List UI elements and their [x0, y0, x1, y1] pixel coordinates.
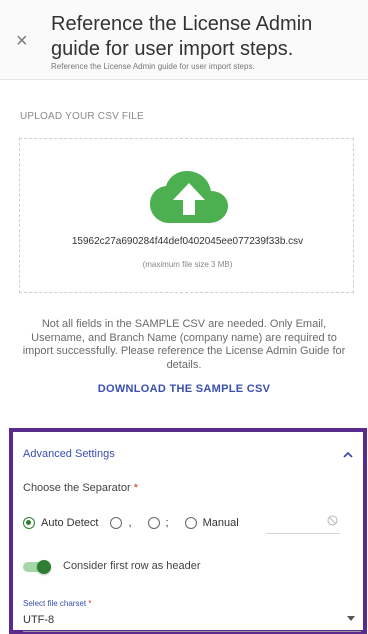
advanced-settings-panel: Advanced Settings Choose the Separator *…	[9, 428, 367, 634]
charset-select-value[interactable]: UTF-8	[23, 614, 54, 626]
radio-manual-label[interactable]: Manual	[203, 517, 239, 529]
ban-icon	[327, 515, 338, 526]
charset-label-text: Select file charset	[23, 599, 87, 608]
separator-options: Auto Detect , ; Manual	[23, 514, 239, 532]
first-row-header-label: Consider first row as header	[63, 560, 201, 572]
cloud-upload-icon	[150, 171, 228, 223]
chevron-up-icon[interactable]	[341, 448, 355, 462]
uploaded-file-name: 15962c27a690284f44def0402045ee077239f33b…	[71, 236, 304, 247]
radio-auto-detect-label[interactable]: Auto Detect	[41, 517, 98, 529]
charset-required-mark: *	[88, 599, 92, 608]
radio-comma-label[interactable]: ,	[128, 517, 131, 529]
download-sample-csv-link[interactable]: DOWNLOAD THE SAMPLE CSV	[0, 383, 368, 395]
first-row-header-toggle[interactable]	[23, 560, 51, 574]
required-mark: *	[133, 482, 138, 494]
radio-manual[interactable]	[184, 517, 197, 529]
max-file-size-note: (maximum file size 3 MB)	[142, 260, 233, 269]
advanced-settings-title[interactable]: Advanced Settings	[23, 448, 115, 460]
dialog-subtitle: Reference the License Admin guide for us…	[51, 62, 255, 71]
charset-select-underline	[23, 631, 361, 632]
dropdown-caret-icon[interactable]	[347, 616, 355, 621]
radio-auto-detect[interactable]	[23, 517, 35, 529]
upload-section-label: UPLOAD YOUR CSV FILE	[20, 111, 144, 122]
separator-label-text: Choose the Separator	[23, 482, 131, 494]
radio-comma[interactable]	[110, 517, 123, 529]
separator-label: Choose the Separator *	[23, 482, 138, 494]
charset-label: Select file charset *	[23, 599, 92, 608]
header-divider	[0, 79, 368, 80]
manual-separator-input[interactable]	[266, 510, 340, 534]
dialog-title: Reference the License Admin guide for us…	[51, 13, 313, 60]
dialog-header: × Reference the License Admin guide for …	[0, 0, 368, 80]
csv-dropzone[interactable]: 15962c27a690284f44def0402045ee077239f33b…	[19, 138, 354, 293]
toggle-knob	[37, 560, 51, 574]
radio-semicolon-label[interactable]: ;	[166, 517, 169, 529]
radio-semicolon[interactable]	[147, 517, 160, 529]
close-icon[interactable]: ×	[16, 31, 34, 51]
sample-csv-notice: Not all fields in the SAMPLE CSV are nee…	[22, 318, 346, 371]
